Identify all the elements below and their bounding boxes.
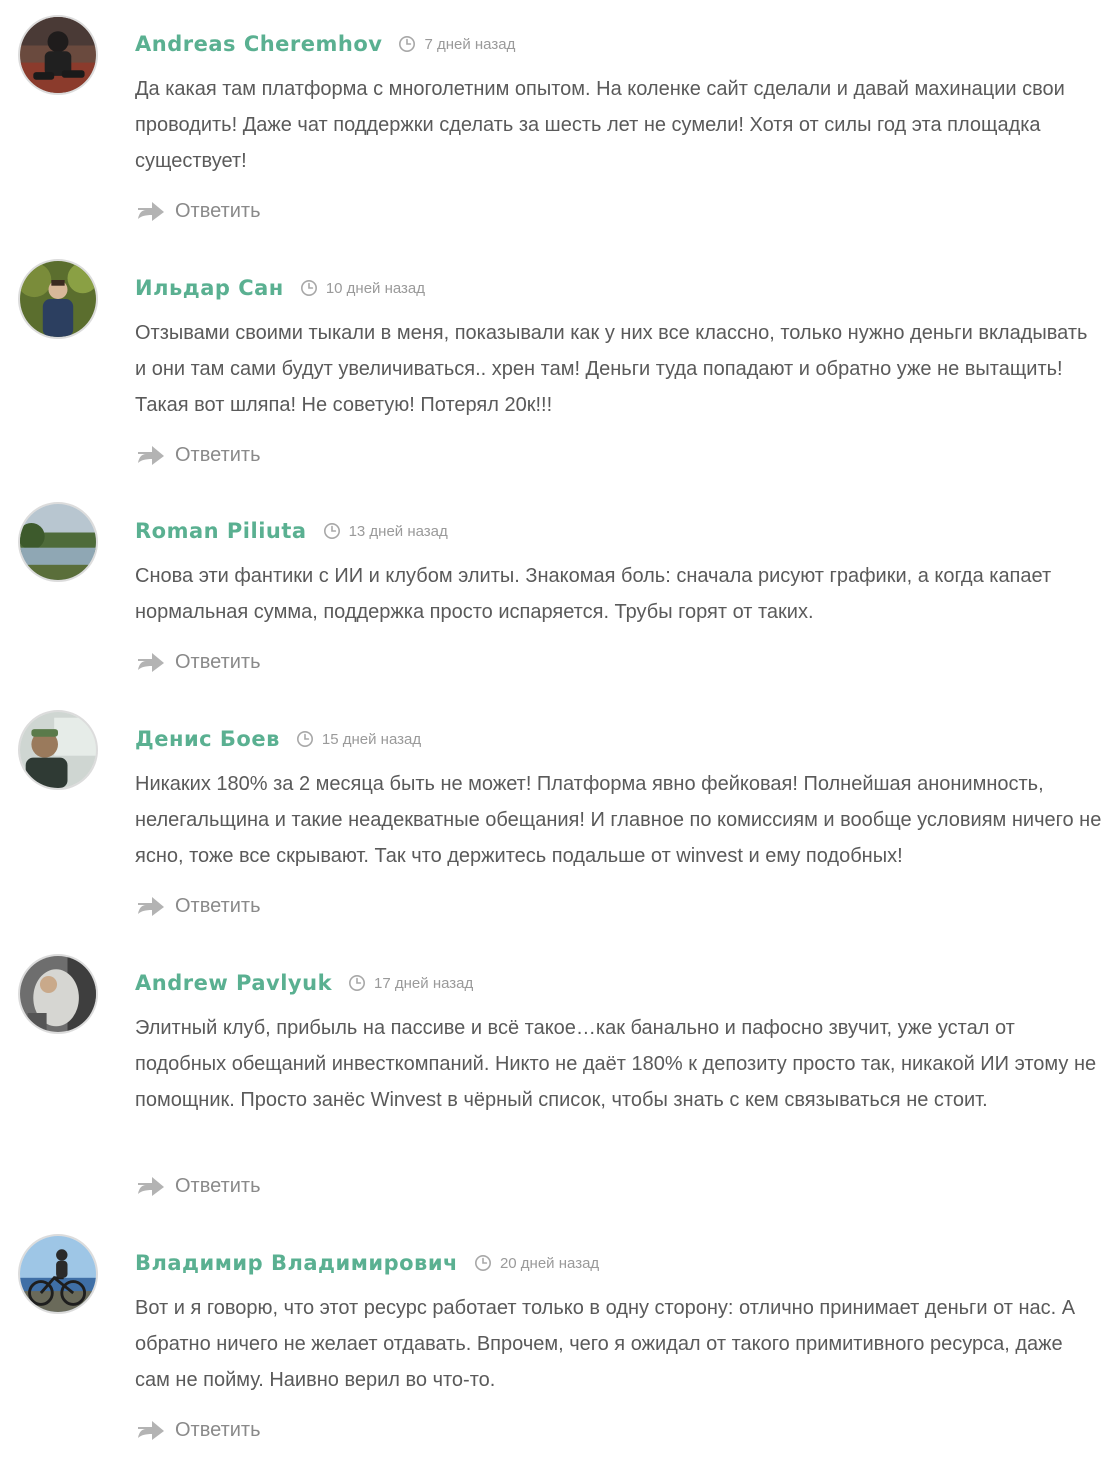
- author-name[interactable]: Andreas Cheremhov: [135, 32, 382, 56]
- comment: Владимир Владимирович 20 дней назад Вот …: [0, 1234, 1105, 1449]
- clock-icon: [296, 730, 314, 748]
- comment: Ильдар Сан 10 дней назад Отзывами своими…: [0, 259, 1105, 474]
- comment-header: Roman Piliuta 13 дней назад: [135, 516, 448, 546]
- author-name[interactable]: Ильдар Сан: [135, 276, 284, 300]
- comment: Andreas Cheremhov 7 дней назад Да какая …: [0, 15, 1105, 230]
- reply-label: Ответить: [175, 894, 261, 917]
- comment-header: Денис Боев 15 дней назад: [135, 724, 421, 754]
- reply-arrow-icon: [137, 1175, 165, 1197]
- avatar-photo: [20, 504, 96, 580]
- avatar-photo: [20, 956, 96, 1032]
- avatar[interactable]: [18, 954, 98, 1034]
- reply-button[interactable]: Ответить: [137, 1414, 261, 1446]
- reply-label: Ответить: [175, 1418, 261, 1441]
- author-name[interactable]: Владимир Владимирович: [135, 1251, 458, 1275]
- comment-date: 10 дней назад: [300, 279, 425, 297]
- comment-date: 13 дней назад: [323, 522, 448, 540]
- comment: Денис Боев 15 дней назад Никаких 180% за…: [0, 710, 1105, 925]
- clock-icon: [398, 35, 416, 53]
- reply-arrow-icon: [137, 651, 165, 673]
- clock-icon: [474, 1254, 492, 1272]
- avatar[interactable]: [18, 15, 98, 95]
- comment-date: 7 дней назад: [398, 35, 515, 53]
- clock-icon: [348, 974, 366, 992]
- clock-icon: [323, 522, 341, 540]
- reply-button[interactable]: Ответить: [137, 195, 261, 227]
- comment-text: Элитный клуб, прибыль на пассиве и всё т…: [135, 1017, 1097, 1111]
- reply-label: Ответить: [175, 650, 261, 673]
- reply-label: Ответить: [175, 199, 261, 222]
- comment-header: Ильдар Сан 10 дней назад: [135, 273, 425, 303]
- avatar-photo: [20, 261, 96, 337]
- reply-button[interactable]: Ответить: [137, 646, 261, 678]
- avatar-photo: [20, 1236, 96, 1312]
- comment-time: 7 дней назад: [424, 35, 516, 53]
- reply-label: Ответить: [175, 1174, 261, 1197]
- comment-time: 17 дней назад: [374, 974, 474, 992]
- comment-text: Никаких 180% за 2 месяца быть не может! …: [135, 773, 1102, 867]
- comment-time: 13 дней назад: [348, 522, 448, 540]
- avatar[interactable]: [18, 710, 98, 790]
- comment-text: Да какая там платформа с многолетним опы…: [135, 78, 1065, 172]
- comment-text: Снова эти фантики с ИИ и клубом элиты. З…: [135, 565, 1052, 623]
- reply-arrow-icon: [137, 1419, 165, 1441]
- author-name[interactable]: Andrew Pavlyuk: [135, 971, 332, 995]
- reply-arrow-icon: [137, 895, 165, 917]
- comment-header: Andreas Cheremhov 7 дней назад: [135, 29, 515, 59]
- reply-arrow-icon: [137, 200, 165, 222]
- reply-button[interactable]: Ответить: [137, 890, 261, 922]
- comment-header: Владимир Владимирович 20 дней назад: [135, 1248, 599, 1278]
- avatar-photo: [20, 17, 96, 93]
- comment-date: 15 дней назад: [296, 730, 421, 748]
- comment-text: Вот и я говорю, что этот ресурс работает…: [135, 1297, 1076, 1391]
- reply-button[interactable]: Ответить: [137, 1170, 261, 1202]
- comment: Roman Piliuta 13 дней назад Снова эти фа…: [0, 502, 1105, 682]
- reply-label: Ответить: [175, 443, 261, 466]
- comment: Andrew Pavlyuk 17 дней назад Элитный клу…: [0, 954, 1105, 1204]
- reply-button[interactable]: Ответить: [137, 439, 261, 471]
- avatar[interactable]: [18, 259, 98, 339]
- avatar[interactable]: [18, 502, 98, 582]
- reply-arrow-icon: [137, 444, 165, 466]
- avatar[interactable]: [18, 1234, 98, 1314]
- comment-header: Andrew Pavlyuk 17 дней назад: [135, 968, 473, 998]
- comment-time: 20 дней назад: [499, 1254, 600, 1272]
- avatar-photo: [20, 712, 96, 788]
- comment-date: 17 дней назад: [348, 974, 473, 992]
- clock-icon: [300, 279, 318, 297]
- comment-time: 10 дней назад: [325, 279, 426, 297]
- comment-text: Отзывами своими тыкали в меня, показывал…: [135, 322, 1088, 416]
- comment-date: 20 дней назад: [474, 1254, 599, 1272]
- comment-time: 15 дней назад: [321, 730, 422, 748]
- author-name[interactable]: Денис Боев: [135, 727, 280, 751]
- author-name[interactable]: Roman Piliuta: [135, 519, 307, 543]
